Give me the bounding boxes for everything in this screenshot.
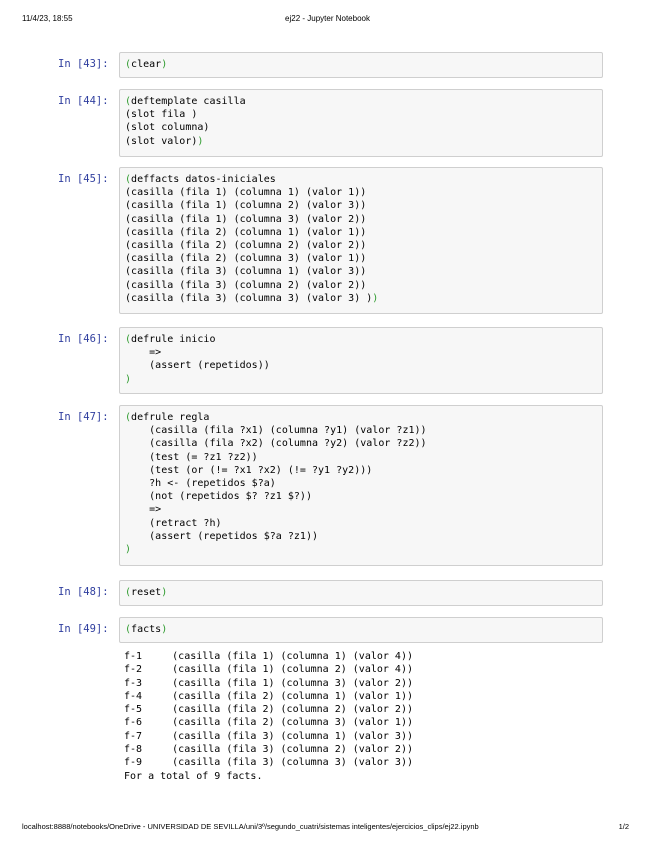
cell-prompt: In [45]:	[58, 173, 109, 185]
code-input-box[interactable]: (clear)	[119, 52, 603, 78]
cell-prompt: In [49]:	[58, 623, 109, 635]
open-paren: (	[125, 174, 132, 185]
cell-prompt: In [44]:	[58, 95, 109, 107]
code-input-box[interactable]: (reset)	[119, 580, 603, 606]
cell-prompt: In [43]:	[58, 58, 109, 70]
output-text: f-1 (casilla (fila 1) (columna 1) (valor…	[124, 651, 413, 782]
code-text[interactable]: (defrule inicio => (assert (repetidos)) …	[125, 333, 597, 386]
code-text[interactable]: (facts)	[125, 623, 597, 636]
close-paren: )	[197, 135, 204, 147]
notebook-title: ej22 - Jupyter Notebook	[285, 14, 370, 23]
close-paren: )	[161, 587, 168, 598]
code-input-box[interactable]: (facts)	[119, 617, 603, 643]
code-text[interactable]: (reset)	[125, 586, 597, 599]
close-paren: )	[125, 373, 132, 385]
close-paren: )	[372, 292, 379, 304]
open-paren: (	[125, 624, 132, 635]
code-input-box[interactable]: (deftemplate casilla (slot fila ) (slot …	[119, 89, 603, 157]
code-input-box[interactable]: (defrule regla (casilla (fila ?x1) (colu…	[119, 405, 603, 566]
close-paren: )	[125, 544, 132, 556]
code-text[interactable]: (clear)	[125, 58, 597, 71]
cell-prompt: In [46]:	[58, 333, 109, 345]
open-paren: (	[125, 334, 132, 345]
close-paren: )	[161, 624, 168, 635]
cell-prompt: In [47]:	[58, 411, 109, 423]
page-number: 1/2	[618, 822, 629, 831]
code-input-box[interactable]: (deffacts datos-iniciales (casilla (fila…	[119, 167, 603, 314]
code-input-box[interactable]: (defrule inicio => (assert (repetidos)) …	[119, 327, 603, 394]
open-paren: (	[125, 96, 132, 107]
close-paren: )	[161, 59, 168, 70]
open-paren: (	[125, 59, 132, 70]
open-paren: (	[125, 587, 132, 598]
code-text[interactable]: (deftemplate casilla (slot fila ) (slot …	[125, 95, 597, 148]
open-paren: (	[125, 412, 132, 423]
footer-url: localhost:8888/notebooks/OneDrive - UNIV…	[22, 822, 479, 831]
cell-prompt: In [48]:	[58, 586, 109, 598]
code-text[interactable]: (defrule regla (casilla (fila ?x1) (colu…	[125, 411, 597, 556]
code-text[interactable]: (deffacts datos-iniciales (casilla (fila…	[125, 173, 597, 305]
